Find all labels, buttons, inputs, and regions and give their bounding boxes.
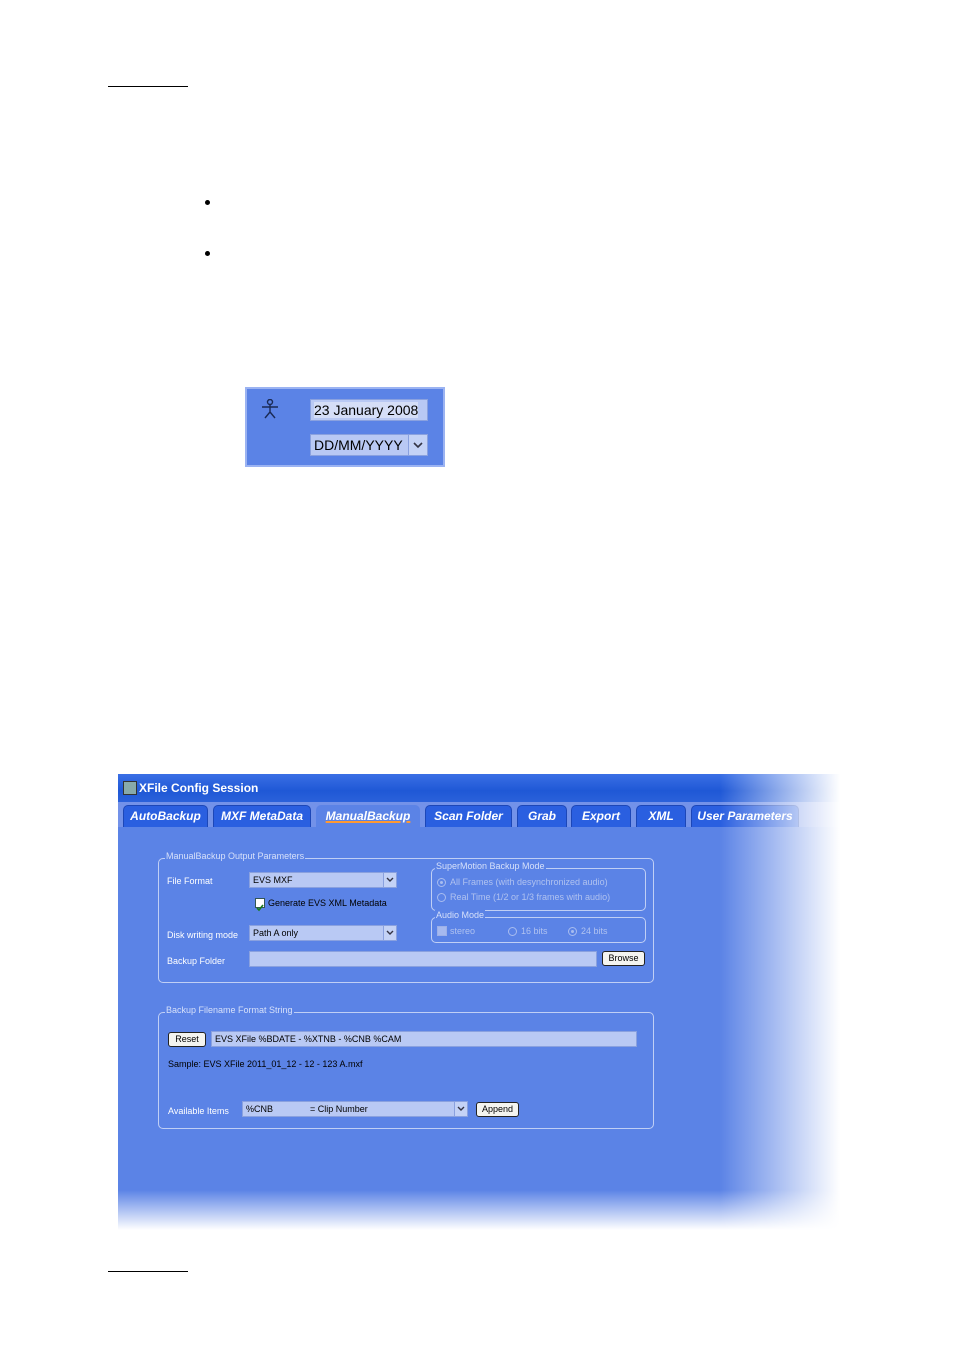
browse-button[interactable]: Browse bbox=[602, 951, 645, 966]
header-rule bbox=[108, 86, 188, 87]
stereo-checkbox[interactable] bbox=[437, 926, 447, 936]
filename-format-group: Backup Filename Format String Reset EVS … bbox=[158, 1005, 654, 1129]
format-string-input[interactable]: EVS XFile %BDATE - %XTNB - %CNB %CAM bbox=[211, 1031, 637, 1047]
tab-mxf-metadata[interactable]: MXF MetaData bbox=[213, 805, 311, 827]
tab-label: Scan Folder bbox=[434, 809, 503, 823]
reset-button[interactable]: Reset bbox=[168, 1032, 206, 1047]
backup-folder-input[interactable] bbox=[249, 951, 597, 967]
backup-folder-label: Backup Folder bbox=[167, 956, 226, 966]
tab-label: Export bbox=[581, 809, 620, 823]
available-items-label: Available Items bbox=[168, 1106, 229, 1116]
bottom-fade bbox=[118, 1190, 840, 1230]
chevron-down-icon[interactable] bbox=[383, 925, 397, 941]
tab-bar: AutoBackup MXF MetaData ManualBackup Sca… bbox=[118, 802, 840, 827]
check-icon bbox=[256, 904, 264, 912]
bits16-radio[interactable] bbox=[508, 927, 517, 936]
date-format-select[interactable]: DD/MM/YYYY bbox=[310, 434, 428, 456]
right-fade bbox=[720, 774, 840, 1230]
xfile-config-window: XFile Config Session AutoBackup MXF Meta… bbox=[118, 774, 840, 1230]
app-icon bbox=[123, 781, 137, 795]
date-format-value: DD/MM/YYYY bbox=[314, 437, 403, 453]
tab-export[interactable]: Export bbox=[571, 805, 631, 827]
audio-mode-group: Audio Mode stereo 16 bits 24 bits bbox=[431, 910, 646, 943]
generate-xml-label: Generate EVS XML Metadata bbox=[268, 898, 387, 908]
tab-grab[interactable]: Grab bbox=[517, 805, 567, 827]
append-button[interactable]: Append bbox=[476, 1102, 519, 1117]
date-widget: 23 January 2008 DD/MM/YYYY bbox=[245, 387, 445, 467]
chevron-down-icon[interactable] bbox=[383, 872, 397, 888]
all-frames-label: All Frames (with desynchronized audio) bbox=[450, 877, 608, 887]
window-title: XFile Config Session bbox=[139, 781, 259, 795]
real-time-radio[interactable] bbox=[437, 893, 446, 902]
real-time-label: Real Time (1/2 or 1/3 frames with audio) bbox=[450, 892, 611, 902]
file-format-select[interactable]: EVS MXF bbox=[249, 872, 397, 888]
available-item-desc: = Clip Number bbox=[310, 1104, 368, 1114]
sample-text: Sample: EVS XFile 2011_01_12 - 12 - 123 … bbox=[168, 1059, 363, 1069]
all-frames-radio[interactable] bbox=[437, 878, 446, 887]
bullet-2 bbox=[205, 251, 210, 256]
footer-rule bbox=[108, 1271, 188, 1272]
tab-scan-folder[interactable]: Scan Folder bbox=[425, 805, 512, 827]
output-group-legend: ManualBackup Output Parameters bbox=[165, 851, 306, 861]
bits24-radio[interactable] bbox=[568, 927, 577, 936]
tab-label: XML bbox=[648, 809, 674, 823]
tab-manualbackup[interactable]: ManualBackup bbox=[316, 805, 420, 827]
output-parameters-group: ManualBackup Output Parameters File Form… bbox=[158, 851, 654, 983]
bullet-1 bbox=[205, 200, 210, 205]
chevron-down-icon[interactable] bbox=[408, 434, 428, 456]
stereo-label: stereo bbox=[450, 926, 476, 936]
tab-label: User Parameters bbox=[697, 809, 793, 823]
file-format-label: File Format bbox=[167, 876, 213, 886]
tab-label: ManualBackup bbox=[325, 809, 411, 823]
disk-mode-value: Path A only bbox=[253, 928, 299, 938]
tab-autobackup[interactable]: AutoBackup bbox=[123, 805, 208, 827]
chevron-down-icon[interactable] bbox=[454, 1101, 468, 1117]
audio-mode-legend: Audio Mode bbox=[435, 910, 486, 920]
tab-label: AutoBackup bbox=[130, 809, 201, 823]
title-bar: XFile Config Session bbox=[118, 774, 840, 802]
tab-label: Grab bbox=[527, 809, 556, 823]
available-items-select[interactable]: %CNB = Clip Number bbox=[242, 1101, 468, 1117]
date-input[interactable]: 23 January 2008 bbox=[310, 399, 428, 421]
disk-mode-select[interactable]: Path A only bbox=[249, 925, 397, 941]
bits16-label: 16 bits bbox=[521, 926, 548, 936]
bits24-label: 24 bits bbox=[581, 926, 608, 936]
tab-user-parameters[interactable]: User Parameters bbox=[691, 805, 799, 827]
person-icon bbox=[262, 399, 278, 419]
supermotion-legend: SuperMotion Backup Mode bbox=[435, 861, 546, 871]
tab-label: MXF MetaData bbox=[220, 809, 303, 823]
date-value: 23 January 2008 bbox=[314, 402, 419, 418]
filename-group-legend: Backup Filename Format String bbox=[165, 1005, 294, 1015]
supermotion-group: SuperMotion Backup Mode All Frames (with… bbox=[431, 861, 646, 911]
tab-xml[interactable]: XML bbox=[636, 805, 686, 827]
disk-mode-label: Disk writing mode bbox=[167, 930, 239, 940]
available-item-code: %CNB bbox=[246, 1104, 274, 1114]
generate-xml-checkbox[interactable] bbox=[255, 898, 265, 912]
file-format-value: EVS MXF bbox=[253, 875, 293, 885]
